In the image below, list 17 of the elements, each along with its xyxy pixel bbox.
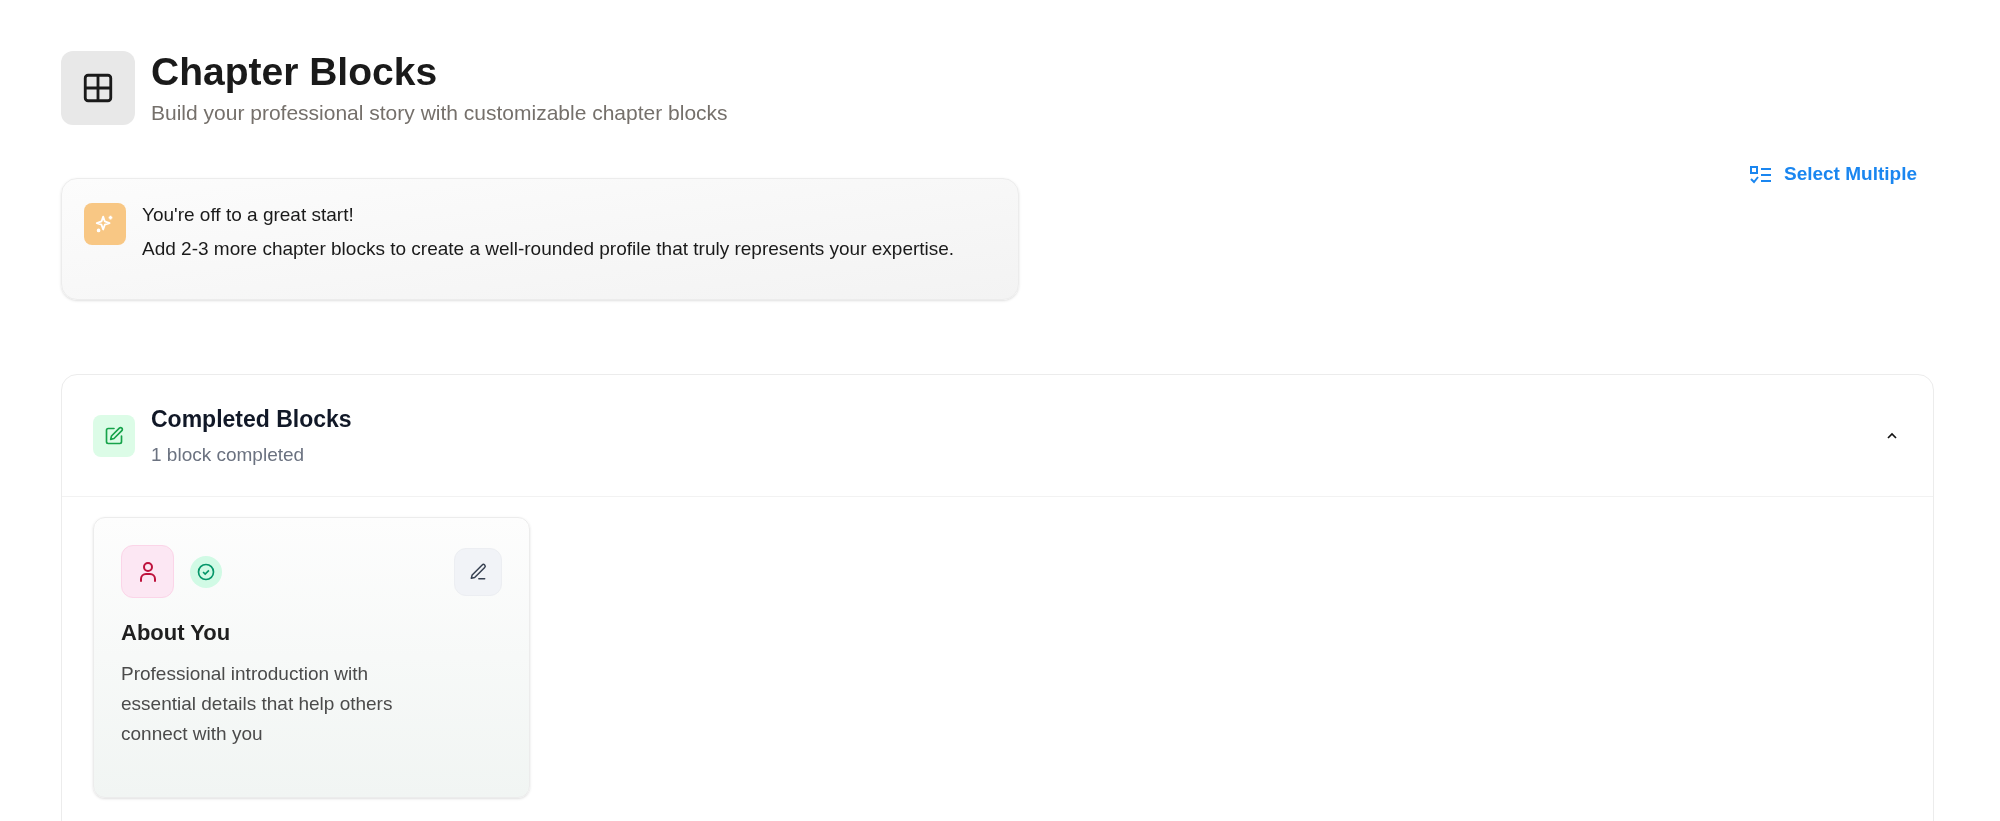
edit-button[interactable] xyxy=(454,547,502,596)
section-title: Completed Blocks xyxy=(151,405,352,435)
notice-message: Add 2-3 more chapter blocks to create a well-rounded profile that truly represents your expertise. xyxy=(142,237,955,261)
checklist-icon xyxy=(1749,165,1772,184)
grid-icon xyxy=(61,51,135,126)
notice-title: You're off to a great start! xyxy=(142,203,355,227)
edit-icon xyxy=(93,414,135,457)
sparkle-icon xyxy=(84,203,126,246)
chapter-block-card[interactable]: About You Professional introduction with essential details that help others connect with you xyxy=(93,517,530,799)
pencil-icon xyxy=(468,561,488,582)
block-title: About You xyxy=(121,619,232,648)
page-title: Chapter Blocks xyxy=(151,49,439,95)
select-multiple-button[interactable]: Select Multiple xyxy=(1749,160,1917,189)
person-icon xyxy=(121,545,174,599)
block-description: Professional introduction with essential details that help others connect with you xyxy=(121,662,394,747)
section-subtitle: 1 block completed xyxy=(151,442,306,467)
page-subtitle: Build your professional story with customizable chapter blocks xyxy=(151,99,728,126)
